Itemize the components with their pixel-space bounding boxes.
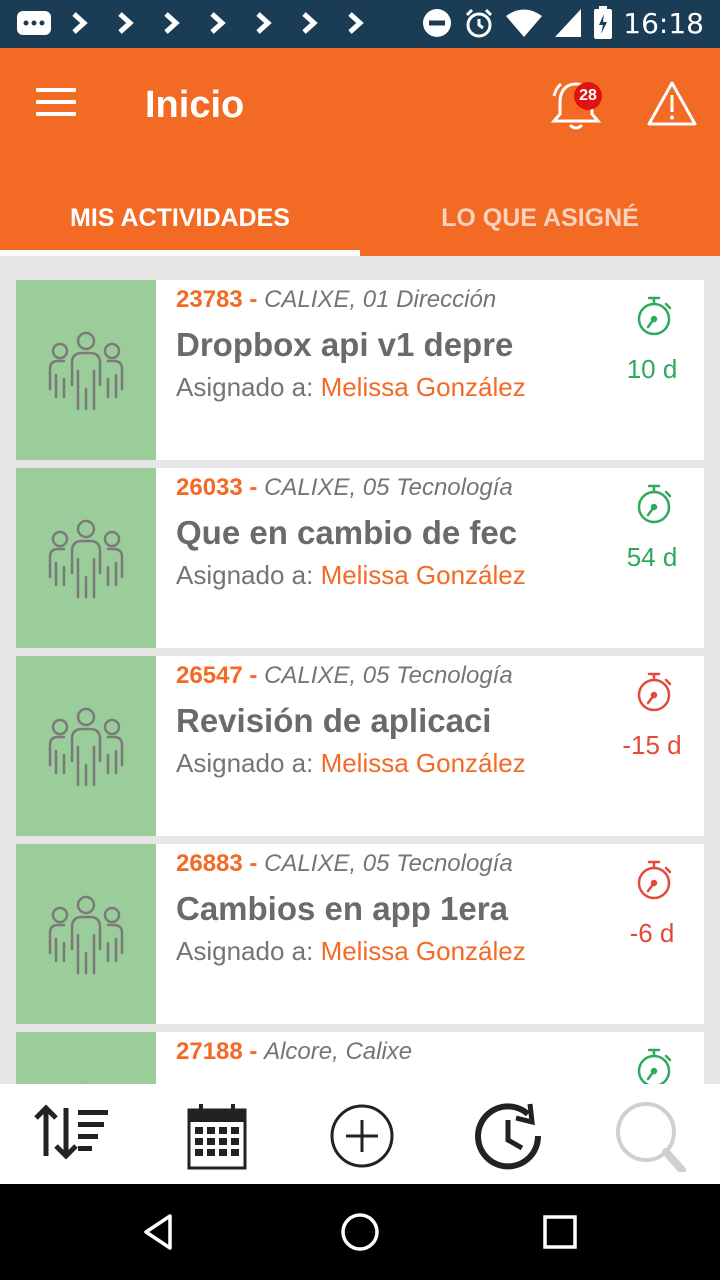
tab-bar: MIS ACTIVIDADES LO QUE ASIGNÉ (0, 180, 720, 256)
activity-thumbnail (16, 280, 156, 460)
status-time: 16:18 (623, 6, 704, 40)
bottom-action-bar (0, 1084, 720, 1184)
activity-department: CALIXE, 05 Tecnología (264, 474, 513, 501)
search-icon[interactable] (610, 1100, 690, 1172)
battery-charging-icon (594, 6, 613, 39)
status-bar-notifications (16, 8, 374, 38)
people-group-icon (48, 331, 124, 411)
activity-assignment: Asignado a: Melissa González (176, 936, 526, 967)
chevron-right-icon (348, 12, 364, 34)
wifi-icon (506, 9, 543, 37)
stopwatch-icon (637, 484, 672, 524)
activity-title: Revisión de aplicaci (176, 702, 492, 739)
menu-icon-line (36, 100, 76, 104)
activity-department: Alcore, Calixe (264, 1038, 413, 1065)
activity-id: 26883 (176, 850, 243, 877)
activity-assignment: Asignado a: Melissa González (176, 560, 526, 591)
activity-assignment: Asignado a: Melissa González (176, 748, 526, 779)
activity-list[interactable]: 23783 - CALIXE, 01 Dirección Dropbox api … (16, 280, 704, 1084)
chevron-right-icon (118, 12, 134, 34)
days-remaining: 10 d (626, 354, 678, 384)
status-bar-system: 16:18 (421, 6, 704, 40)
assignee-name: Melissa González (320, 936, 526, 966)
page-title: Inicio (145, 84, 245, 126)
activity-id: 23783 (176, 286, 243, 313)
app-bar: Inicio 28 MIS ACTIVIDADES LO QUE ASIGNÉ (0, 48, 720, 256)
chevron-right-icon (210, 12, 226, 34)
notification-icon (17, 11, 51, 35)
chevron-right-icon (72, 12, 88, 34)
system-navigation-bar (0, 1184, 720, 1280)
activity-id-separator: - (242, 662, 265, 689)
add-circle-icon[interactable] (322, 1100, 402, 1172)
activity-meta: 27188 - Alcore, Calixe (176, 1038, 412, 1066)
days-remaining: -6 d (629, 918, 675, 948)
alarm-icon (466, 8, 493, 38)
activity-card[interactable]: 23783 - CALIXE, 01 Dirección Dropbox api … (16, 280, 704, 460)
menu-button[interactable] (36, 88, 76, 124)
assigned-label: Asignado a: (176, 560, 321, 590)
assigned-label: Asignado a: (176, 936, 321, 966)
activity-card[interactable]: 26033 - CALIXE, 05 Tecnología Que en camb… (16, 468, 704, 648)
activity-id-separator: - (242, 1038, 265, 1065)
assignee-name: Melissa González (320, 372, 526, 402)
recents-icon[interactable] (536, 1208, 584, 1256)
calendar-icon[interactable] (177, 1100, 257, 1172)
activity-title: Dropbox api v1 depre (176, 326, 514, 363)
assigned-label: Asignado a: (176, 372, 321, 402)
activity-id: 26547 (176, 662, 243, 689)
assigned-label: Asignado a: (176, 748, 321, 778)
activity-department: CALIXE, 05 Tecnología (264, 662, 513, 689)
chevron-right-icon (256, 12, 272, 34)
people-group-icon (48, 519, 124, 599)
activity-meta: 23783 - CALIXE, 01 Dirección (176, 286, 496, 314)
stopwatch-icon (637, 1048, 672, 1084)
activity-id-separator: - (242, 850, 265, 877)
days-remaining: -15 d (622, 730, 682, 760)
activity-assignment: Asignado a: Melissa González (176, 372, 526, 403)
sort-icon[interactable] (32, 1100, 112, 1172)
stopwatch-icon (637, 672, 672, 712)
history-icon[interactable] (470, 1100, 550, 1172)
chevron-right-icon (302, 12, 318, 34)
activity-meta: 26883 - CALIXE, 05 Tecnología (176, 850, 513, 878)
home-icon[interactable] (336, 1208, 384, 1256)
cell-signal-icon (555, 9, 582, 37)
people-group-icon (48, 895, 124, 975)
tab-lo-que-asigne[interactable]: LO QUE ASIGNÉ (360, 180, 720, 256)
activity-id: 27188 (176, 1038, 243, 1065)
activity-department: CALIXE, 01 Dirección (264, 286, 497, 313)
stopwatch-icon (637, 296, 672, 336)
activity-id: 26033 (176, 474, 243, 501)
tab-mis-actividades[interactable]: MIS ACTIVIDADES (0, 180, 360, 256)
days-remaining: 54 d (626, 542, 678, 572)
stopwatch-icon (637, 860, 672, 900)
menu-icon-line (36, 112, 76, 116)
warning-icon[interactable] (646, 78, 698, 130)
activity-thumbnail (16, 844, 156, 1024)
active-tab-indicator (0, 250, 360, 256)
activity-card[interactable]: 26883 - CALIXE, 05 Tecnología Cambios en … (16, 844, 704, 1024)
activity-department: CALIXE, 05 Tecnología (264, 850, 513, 877)
activity-thumbnail (16, 656, 156, 836)
activity-id-separator: - (242, 474, 265, 501)
activity-meta: 26033 - CALIXE, 05 Tecnología (176, 474, 513, 502)
activity-meta: 26547 - CALIXE, 05 Tecnología (176, 662, 513, 690)
do-not-disturb-icon (423, 9, 452, 37)
people-group-icon (48, 707, 124, 787)
chevron-right-icon (164, 12, 180, 34)
activity-title: Que en cambio de fec (176, 514, 518, 551)
menu-icon-line (36, 88, 76, 92)
activity-thumbnail (16, 1032, 156, 1084)
activity-title: Cambios en app 1era (176, 890, 508, 927)
status-bar: 16:18 (0, 0, 720, 48)
activity-card[interactable]: 26547 - CALIXE, 05 Tecnología Revisión de… (16, 656, 704, 836)
activity-id-separator: - (242, 286, 265, 313)
activity-thumbnail (16, 468, 156, 648)
assignee-name: Melissa González (320, 748, 526, 778)
activity-card[interactable]: 27188 - Alcore, Calixe (16, 1032, 704, 1084)
notification-badge: 28 (574, 82, 602, 110)
back-icon[interactable] (136, 1208, 184, 1256)
assignee-name: Melissa González (320, 560, 526, 590)
